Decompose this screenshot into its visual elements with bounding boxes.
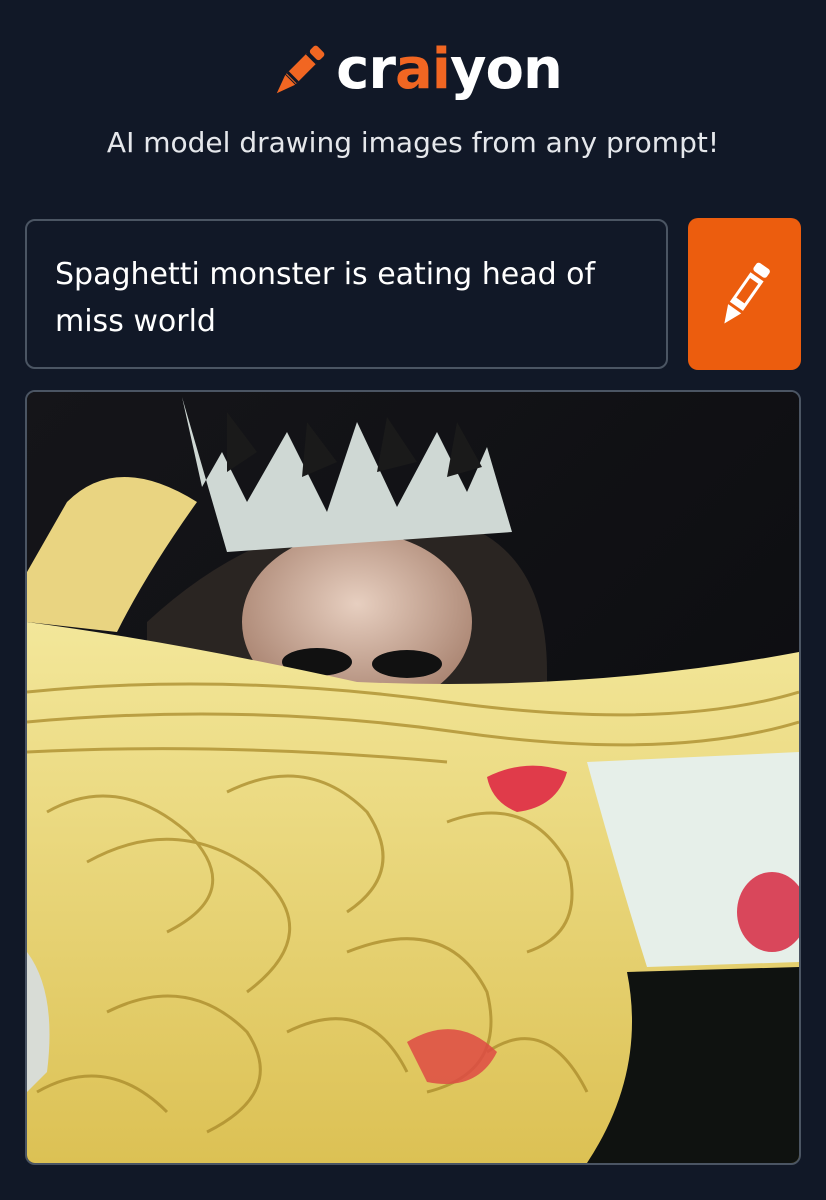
logo-text-prefix: cr [336, 37, 396, 102]
draw-button[interactable] [688, 218, 801, 370]
generated-image[interactable] [25, 390, 801, 1165]
logo-text-suffix: yon [449, 37, 563, 102]
generated-image-art [27, 392, 799, 1163]
crayon-icon [723, 262, 770, 324]
prompt-input[interactable]: Spaghetti monster is eating head of miss… [25, 219, 668, 369]
craiyon-page: craiyon AI model drawing images from any… [0, 0, 826, 1200]
tagline: AI model drawing images from any prompt! [106, 126, 720, 159]
logo-wordmark: craiyon [336, 42, 563, 98]
logo-text-accent: ai [394, 37, 451, 102]
crayon-icon [276, 45, 325, 94]
prompt-input-value[interactable]: Spaghetti monster is eating head of miss… [55, 251, 615, 345]
logo[interactable]: craiyon [0, 30, 826, 110]
